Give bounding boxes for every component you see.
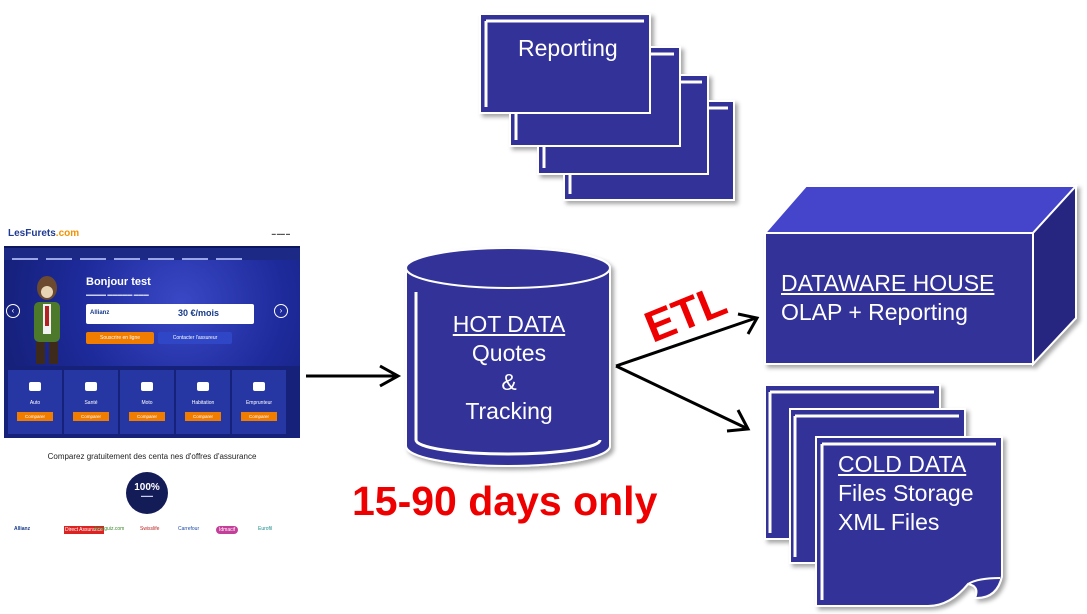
site-header: LesFurets.com ▬ ▬▬ ▬ bbox=[4, 222, 300, 246]
house-icon bbox=[197, 382, 209, 391]
contact-insurer-button[interactable]: Contacter l'assureur bbox=[158, 332, 232, 344]
hot-data-title: HOT DATA bbox=[452, 311, 566, 337]
site-greeting: Bonjour test bbox=[86, 276, 151, 288]
warehouse-title: DATAWARE HOUSE bbox=[781, 270, 995, 296]
warehouse-label: DATAWARE HOUSE OLAP + Reporting bbox=[781, 269, 994, 327]
partner-logo: Allianz bbox=[14, 526, 31, 532]
partner-logos: Allianz Direct Assurance Amaguiz.com Swi… bbox=[12, 522, 292, 544]
arrow-site-to-hot bbox=[306, 364, 402, 388]
tile-emprunteur[interactable]: Emprunteur Comparer bbox=[232, 370, 287, 434]
cold-data-title: COLD DATA bbox=[838, 451, 967, 477]
quote-price: 30 €/mois bbox=[178, 308, 220, 318]
quote-card: Allianz 30 €/mois bbox=[86, 304, 254, 324]
website-screenshot: LesFurets.com ▬ ▬▬ ▬ ‹ › Bonjour test ▬▬… bbox=[4, 222, 300, 552]
site-top-links: ▬ ▬▬ ▬ bbox=[271, 231, 290, 236]
partner-logo: Idmacif bbox=[216, 526, 239, 534]
partner-logo: Amaguiz.com bbox=[94, 526, 125, 532]
calculator-icon bbox=[253, 382, 265, 391]
motorbike-icon bbox=[141, 382, 153, 391]
quote-brand: Allianz bbox=[90, 310, 110, 316]
warehouse-subtitle: OLAP + Reporting bbox=[781, 299, 968, 325]
compare-button[interactable]: Comparer bbox=[17, 412, 53, 421]
ferret-mascot bbox=[34, 276, 60, 364]
compare-button[interactable]: Comparer bbox=[185, 412, 221, 421]
site-subtitle: ▬▬▬▬ ▬▬▬▬▬ ▬▬▬ bbox=[86, 292, 149, 298]
site-tagline: Comparez gratuitement des centa nes d'of… bbox=[47, 452, 257, 461]
reporting-screen-1 bbox=[479, 13, 651, 114]
free-badge: 100% ▬▬▬ bbox=[126, 472, 168, 514]
hot-data-label: HOT DATA Quotes & Tracking bbox=[430, 310, 588, 426]
hero-next-arrow-icon[interactable]: › bbox=[274, 304, 288, 318]
cold-data-line-files: Files Storage bbox=[838, 480, 974, 506]
hot-data-line-tracking: Tracking bbox=[465, 398, 553, 424]
hot-data-line-quotes: Quotes bbox=[471, 340, 547, 366]
cold-data-line-xml: XML Files bbox=[838, 509, 940, 535]
compare-button[interactable]: Comparer bbox=[241, 412, 277, 421]
car-icon bbox=[29, 382, 41, 391]
reporting-label: Reporting bbox=[518, 35, 618, 61]
product-tiles: Auto Comparer Santé Comparer Moto Comparer … bbox=[4, 366, 300, 438]
health-icon bbox=[85, 382, 97, 391]
tile-moto[interactable]: Moto Comparer bbox=[120, 370, 175, 434]
tile-auto[interactable]: Auto Comparer bbox=[8, 370, 63, 434]
tile-habitation[interactable]: Habitation Comparer bbox=[176, 370, 231, 434]
cold-data-label: COLD DATA Files Storage XML Files bbox=[838, 450, 974, 537]
retention-period-label: 15-90 days only bbox=[352, 478, 658, 524]
subscribe-button[interactable]: Souscrire en ligne bbox=[86, 332, 154, 344]
site-logo: LesFurets.com bbox=[8, 228, 80, 239]
partner-logo: Carrefour bbox=[178, 526, 200, 532]
partner-logo: Swisslife bbox=[140, 526, 160, 532]
arrow-etl-to-cold bbox=[615, 364, 751, 433]
hero-prev-arrow-icon[interactable]: ‹ bbox=[6, 304, 20, 318]
compare-button[interactable]: Comparer bbox=[73, 412, 109, 421]
hot-data-line-amp: & bbox=[501, 369, 517, 395]
tile-sante[interactable]: Santé Comparer bbox=[64, 370, 119, 434]
partner-logo: Eurofil bbox=[258, 526, 273, 532]
compare-button[interactable]: Comparer bbox=[129, 412, 165, 421]
